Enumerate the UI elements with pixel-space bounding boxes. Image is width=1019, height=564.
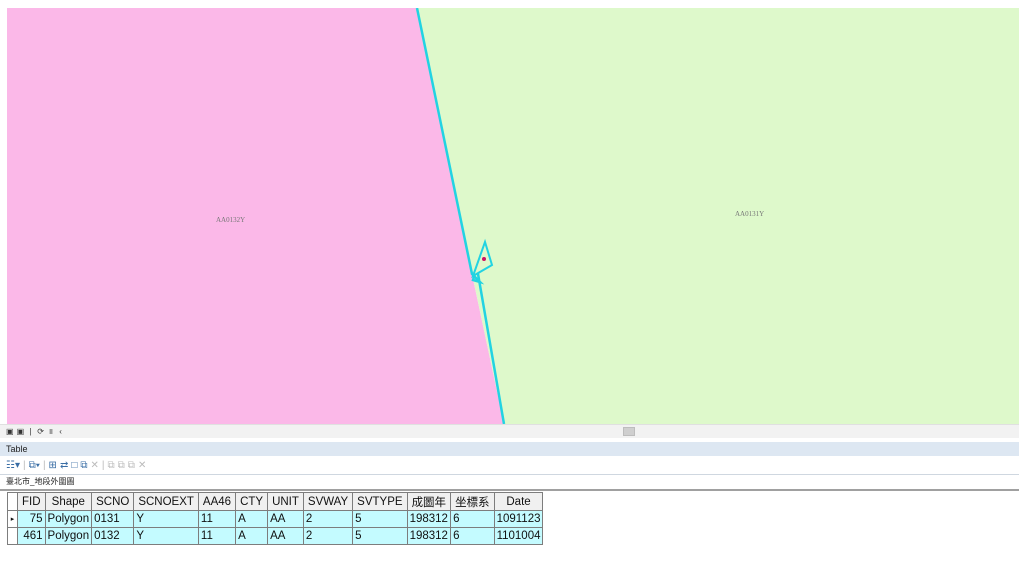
cell-map-year[interactable]: 198312	[406, 510, 452, 528]
horizontal-scrollbar-thumb[interactable]	[623, 427, 635, 436]
cell-scnoext[interactable]: Y	[133, 527, 199, 545]
layer-table-tab[interactable]: 臺北市_地段外圍圖	[0, 474, 1019, 488]
cell-cty[interactable]: A	[235, 527, 269, 545]
delete-selected-icon[interactable]: ✕	[91, 460, 99, 471]
cell-fid[interactable]: 461	[17, 527, 46, 545]
cell-scno[interactable]: 0132	[91, 527, 135, 545]
delete-highlighted-icon[interactable]: ✕	[138, 460, 146, 471]
cell-cty[interactable]: A	[235, 510, 269, 528]
related-tables-icon[interactable]: ⧉▾	[29, 460, 40, 471]
cell-svtype[interactable]: 5	[352, 527, 408, 545]
cell-aa46[interactable]: 11	[197, 510, 237, 528]
column-header-svway[interactable]: SVWAY	[302, 492, 354, 511]
switch-selection-icon[interactable]: ⇄	[60, 460, 68, 471]
table-row[interactable]: ▸ 75 Polygon 0131 Y 11 A AA 2 5 198312 6…	[7, 510, 544, 528]
column-header-shape[interactable]: Shape	[44, 492, 93, 511]
selected-point-marker[interactable]	[482, 257, 486, 261]
toolbar-separator: |	[101, 459, 105, 471]
cell-svtype[interactable]: 5	[352, 510, 408, 528]
cell-svway[interactable]: 2	[302, 510, 354, 528]
row-selector[interactable]	[7, 527, 18, 545]
refresh-icon[interactable]: ⟳	[37, 427, 44, 437]
toolbar-separator: |	[29, 426, 32, 436]
cell-unit[interactable]: AA	[267, 527, 304, 545]
map-view-toolbar: ▣ ▣ | ⟳ ॥ ‹	[0, 424, 1019, 438]
cell-shape[interactable]: Polygon	[44, 510, 93, 528]
polygon-label-aa0131y: AA0131Y	[735, 210, 764, 218]
column-header-scno[interactable]: SCNO	[91, 492, 135, 511]
layout-view-button[interactable]: ▣	[17, 427, 25, 437]
select-by-attributes-icon[interactable]: ⊞	[49, 460, 57, 471]
cell-date[interactable]: 1091123	[493, 510, 544, 528]
polygon-label-aa0132y: AA0132Y	[216, 216, 245, 224]
cell-aa46[interactable]: 11	[197, 527, 237, 545]
attribute-table: FID Shape SCNO SCNOEXT AA46 CTY UNIT SVW…	[7, 492, 544, 545]
clear-selection-icon[interactable]: □	[71, 460, 77, 471]
cell-unit[interactable]: AA	[267, 510, 304, 528]
column-header-map-year[interactable]: 成圖年	[406, 492, 452, 511]
cell-coordinate-system[interactable]: 6	[450, 510, 495, 528]
column-header-date[interactable]: Date	[493, 492, 544, 511]
column-header-coordinate-system[interactable]: 坐標系	[450, 492, 495, 511]
column-header-cty[interactable]: CTY	[235, 492, 269, 511]
cell-fid[interactable]: 75	[17, 510, 46, 528]
table-toolbar: ☷▾ | ⧉▾ | ⊞ ⇄ □ ⧉ ✕ | ⧉ ⧉ ⧉ ✕	[0, 457, 1019, 473]
row-selector-header[interactable]	[7, 492, 18, 511]
row-selector-current[interactable]: ▸	[7, 510, 18, 528]
parcel-polygon-aa0131y[interactable]	[417, 8, 1019, 424]
column-header-unit[interactable]: UNIT	[267, 492, 304, 511]
table-row[interactable]: 461 Polygon 0132 Y 11 A AA 2 5 198312 6 …	[7, 527, 544, 545]
column-header-svtype[interactable]: SVTYPE	[352, 492, 408, 511]
cell-shape[interactable]: Polygon	[44, 527, 93, 545]
toolbar-separator: |	[22, 459, 26, 471]
column-header-scnoext[interactable]: SCNOEXT	[133, 492, 199, 511]
copy-icon[interactable]: ⧉	[108, 460, 115, 471]
data-view-button[interactable]: ▣	[6, 427, 14, 437]
column-header-fid[interactable]: FID	[17, 492, 46, 511]
map-canvas[interactable]: AA0132Y AA0131Y	[7, 8, 1019, 424]
highlight-icon[interactable]: ⧉	[128, 460, 135, 471]
paste-icon[interactable]: ⧉	[118, 460, 125, 471]
cell-scno[interactable]: 0131	[91, 510, 135, 528]
tab-divider	[0, 489, 1019, 491]
cell-map-year[interactable]: 198312	[406, 527, 452, 545]
cell-scnoext[interactable]: Y	[133, 510, 199, 528]
zoom-to-selected-icon[interactable]: ⧉	[80, 460, 87, 471]
column-header-aa46[interactable]: AA46	[197, 492, 237, 511]
pause-icon[interactable]: ॥	[47, 427, 54, 437]
toolbar-separator: |	[42, 459, 46, 471]
cell-coordinate-system[interactable]: 6	[450, 527, 495, 545]
scroll-left-icon[interactable]: ‹	[57, 427, 64, 437]
table-options-icon[interactable]: ☷▾	[6, 460, 20, 471]
cell-date[interactable]: 1101004	[493, 527, 544, 545]
cell-svway[interactable]: 2	[302, 527, 354, 545]
table-window-title: Table	[0, 442, 1019, 456]
